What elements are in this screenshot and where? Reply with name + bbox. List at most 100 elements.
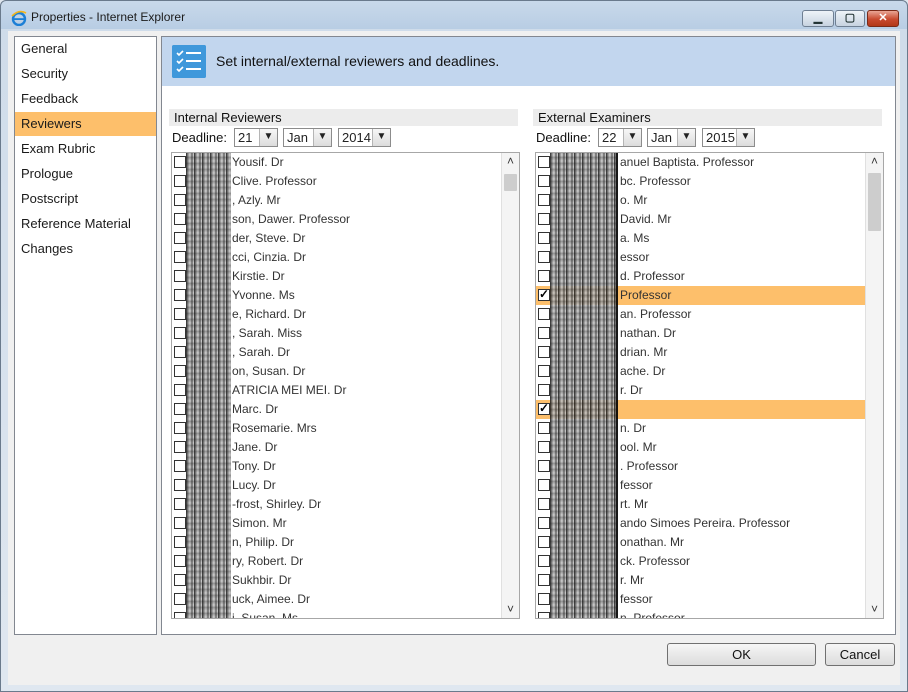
reviewer-checkbox[interactable] bbox=[538, 194, 550, 206]
ie-icon bbox=[11, 10, 27, 26]
reviewer-checkbox[interactable] bbox=[174, 536, 186, 548]
reviewer-name: Yousif. Dr bbox=[232, 155, 284, 169]
external-month-select[interactable]: Jan ▼ bbox=[647, 128, 696, 147]
reviewer-checkbox[interactable] bbox=[174, 593, 186, 605]
scroll-up-icon[interactable]: ˄ bbox=[502, 153, 519, 170]
sidebar-item-general[interactable]: General bbox=[15, 37, 156, 61]
reviewer-checkbox[interactable] bbox=[174, 270, 186, 282]
reviewer-checkbox[interactable] bbox=[538, 287, 550, 301]
reviewer-name: onathan. Mr bbox=[620, 535, 685, 549]
reviewer-name: fessor bbox=[620, 478, 653, 492]
sidebar-item-exam-rubric[interactable]: Exam Rubric bbox=[15, 137, 156, 161]
reviewer-name: ATRICIA MEI MEI. Dr bbox=[232, 383, 347, 397]
internal-month-select[interactable]: Jan ▼ bbox=[283, 128, 332, 147]
scroll-thumb[interactable] bbox=[504, 174, 517, 191]
reviewer-name: cci, Cinzia. Dr bbox=[232, 250, 307, 264]
reviewer-checkbox[interactable] bbox=[174, 517, 186, 529]
sidebar-nav: General Security Feedback Reviewers Exam Rub… bbox=[14, 36, 157, 635]
reviewer-checkbox[interactable] bbox=[174, 555, 186, 567]
reviewer-checkbox[interactable] bbox=[174, 384, 186, 396]
reviewer-checkbox[interactable] bbox=[538, 460, 550, 472]
reviewer-checkbox[interactable] bbox=[174, 194, 186, 206]
reviewer-checkbox[interactable] bbox=[174, 308, 186, 320]
sidebar-item-reference-material[interactable]: Reference Material bbox=[15, 212, 156, 236]
scroll-down-icon[interactable]: ˅ bbox=[502, 601, 519, 618]
internal-scrollbar[interactable]: ˄ ˅ bbox=[501, 153, 519, 618]
sidebar-item-prologue[interactable]: Prologue bbox=[15, 162, 156, 186]
reviewer-checkbox[interactable] bbox=[174, 232, 186, 244]
reviewer-checkbox[interactable] bbox=[174, 441, 186, 453]
external-scrollbar[interactable]: ˄ ˅ bbox=[865, 153, 883, 618]
external-year-value: 2015 bbox=[706, 130, 735, 145]
reviewer-checkbox[interactable] bbox=[538, 498, 550, 510]
reviewer-checkbox[interactable] bbox=[538, 422, 550, 434]
reviewer-checkbox[interactable] bbox=[174, 422, 186, 434]
scroll-thumb[interactable] bbox=[868, 173, 881, 231]
internal-reviewers-list[interactable]: Yousif. Dr Clive. Professor , Azly. Mr son,… bbox=[171, 152, 520, 619]
reviewer-checkbox[interactable] bbox=[538, 213, 550, 225]
reviewer-checkbox[interactable] bbox=[538, 401, 550, 415]
cancel-button[interactable]: Cancel bbox=[825, 643, 895, 666]
reviewer-checkbox[interactable] bbox=[538, 232, 550, 244]
maximize-icon: ▢ bbox=[844, 12, 856, 24]
chevron-down-icon: ▼ bbox=[677, 129, 695, 146]
external-day-select[interactable]: 22 ▼ bbox=[598, 128, 642, 147]
sidebar-item-security[interactable]: Security bbox=[15, 62, 156, 86]
reviewer-checkbox[interactable] bbox=[538, 156, 550, 168]
ok-button[interactable]: OK bbox=[667, 643, 816, 666]
reviewer-checkbox[interactable] bbox=[538, 251, 550, 263]
reviewer-checkbox[interactable] bbox=[538, 365, 550, 377]
reviewer-checkbox[interactable] bbox=[174, 346, 186, 358]
scroll-up-icon[interactable]: ˄ bbox=[866, 153, 883, 170]
external-year-select[interactable]: 2015 ▼ bbox=[702, 128, 755, 147]
reviewer-checkbox[interactable] bbox=[538, 175, 550, 187]
internal-day-select[interactable]: 21 ▼ bbox=[234, 128, 278, 147]
reviewer-checkbox[interactable] bbox=[174, 574, 186, 586]
sidebar-item-postscript[interactable]: Postscript bbox=[15, 187, 156, 211]
sidebar-item-reviewers[interactable]: Reviewers bbox=[15, 112, 156, 136]
reviewer-checkbox[interactable] bbox=[538, 441, 550, 453]
maximize-button[interactable]: ▢ bbox=[835, 10, 865, 27]
reviewer-checkbox[interactable] bbox=[174, 213, 186, 225]
reviewer-name: d. Professor bbox=[620, 269, 685, 283]
sidebar-item-feedback[interactable]: Feedback bbox=[15, 87, 156, 111]
title-bar[interactable]: Properties - Internet Explorer ▁ ▢ ✕ bbox=[1, 1, 907, 31]
reviewer-checkbox[interactable] bbox=[538, 612, 550, 618]
reviewer-name: Kirstie. Dr bbox=[232, 269, 285, 283]
chevron-down-icon: ▼ bbox=[313, 129, 331, 146]
reviewer-checkbox[interactable] bbox=[538, 384, 550, 396]
reviewer-checkbox[interactable] bbox=[174, 498, 186, 510]
reviewer-checkbox[interactable] bbox=[174, 327, 186, 339]
reviewer-name: uck, Aimee. Dr bbox=[232, 592, 311, 606]
reviewer-name: son, Dawer. Professor bbox=[232, 212, 351, 226]
reviewer-checkbox[interactable] bbox=[174, 289, 186, 301]
reviewer-checkbox[interactable] bbox=[174, 460, 186, 472]
reviewer-checkbox[interactable] bbox=[174, 156, 186, 168]
close-button[interactable]: ✕ bbox=[867, 10, 899, 27]
reviewer-checkbox[interactable] bbox=[174, 479, 186, 491]
reviewer-checkbox[interactable] bbox=[538, 593, 550, 605]
reviewer-checkbox[interactable] bbox=[538, 555, 550, 567]
reviewer-checkbox[interactable] bbox=[538, 327, 550, 339]
reviewer-checkbox[interactable] bbox=[174, 365, 186, 377]
external-examiners-list[interactable]: anuel Baptista. Professor bc. Professor o.… bbox=[535, 152, 884, 619]
sidebar-item-changes[interactable]: Changes bbox=[15, 237, 156, 261]
reviewer-checkbox[interactable] bbox=[174, 251, 186, 263]
internal-year-select[interactable]: 2014 ▼ bbox=[338, 128, 391, 147]
reviewer-checkbox[interactable] bbox=[538, 346, 550, 358]
reviewer-name: Clive. Professor bbox=[232, 174, 317, 188]
reviewer-checkbox[interactable] bbox=[538, 536, 550, 548]
reviewer-checkbox[interactable] bbox=[538, 270, 550, 282]
reviewer-checkbox[interactable] bbox=[538, 517, 550, 529]
reviewer-name: David. Mr bbox=[620, 212, 672, 226]
reviewer-checkbox[interactable] bbox=[174, 403, 186, 415]
reviewer-checkbox[interactable] bbox=[538, 479, 550, 491]
external-day-value: 22 bbox=[602, 130, 617, 145]
minimize-button[interactable]: ▁ bbox=[802, 10, 834, 27]
reviewer-name: nathan. Dr bbox=[620, 326, 677, 340]
scroll-down-icon[interactable]: ˅ bbox=[866, 601, 883, 618]
reviewer-checkbox[interactable] bbox=[538, 308, 550, 320]
reviewer-checkbox[interactable] bbox=[174, 175, 186, 187]
reviewer-checkbox[interactable] bbox=[174, 612, 186, 618]
reviewer-checkbox[interactable] bbox=[538, 574, 550, 586]
